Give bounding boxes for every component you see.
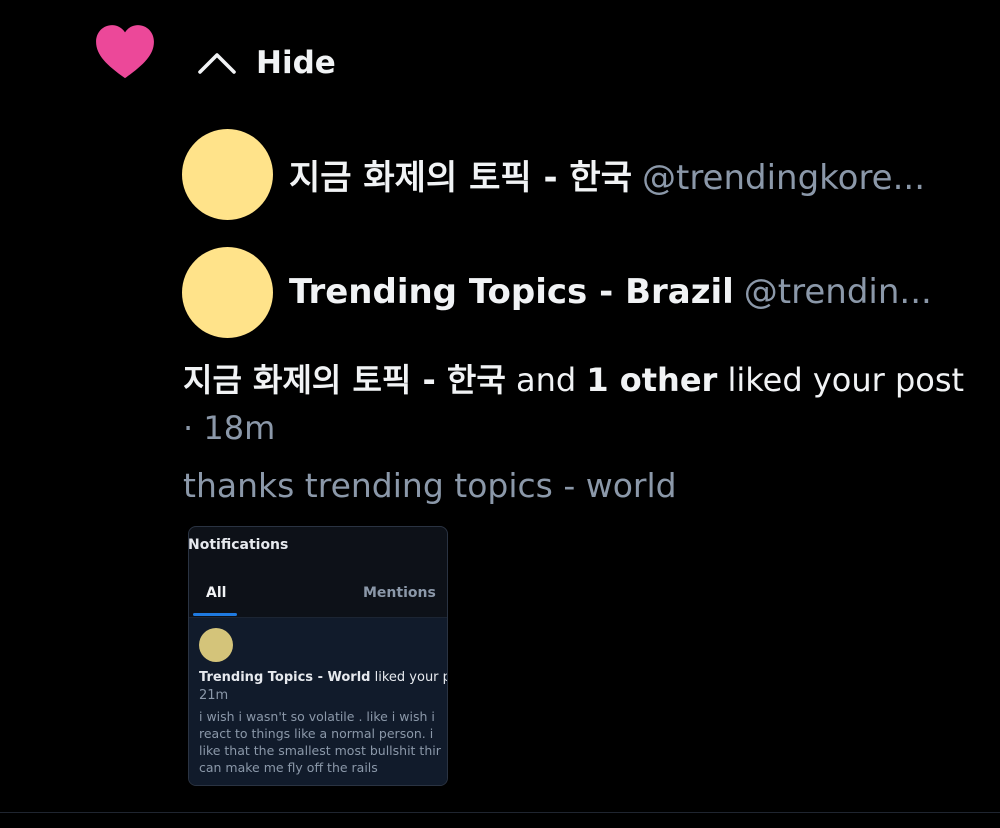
display-name[interactable]: 지금 화제의 토픽 - 한국 [289,158,632,198]
liker-row[interactable]: Trending Topics - Brazil @trendin... [182,246,932,338]
chevron-up-icon [198,53,236,74]
handle[interactable]: @trendingkore... [642,158,925,198]
embed-body-line: like that the smallest most bullshit thi… [199,743,441,758]
avatar[interactable] [182,246,273,338]
hide-button[interactable]: Hide [196,38,336,88]
embed-item-body: i wish i wasn't so volatile . like i wis… [199,708,447,776]
notification-summary: 지금 화제의 토픽 - 한국 and 1 other liked your po… [183,356,973,452]
display-name[interactable]: Trending Topics - Brazil [289,272,734,312]
handle[interactable]: @trendin... [744,272,932,312]
hide-label: Hide [256,45,336,81]
embed-tab-all: All [206,585,227,601]
liker-name-line: Trending Topics - Brazil @trendin... [289,272,932,312]
summary-action: liked your post [727,361,965,399]
liker-name-line: 지금 화제의 토픽 - 한국 @trendingkore... [289,150,925,199]
post-image-embed[interactable]: Notifications All Mentions Trending Topi… [188,526,448,786]
heart-icon [96,25,154,79]
summary-conjunction: and [515,361,577,399]
avatar [199,628,233,662]
embed-tab-indicator [193,613,237,616]
avatar[interactable] [182,128,273,220]
embed-body-line: can make me fly off the rails [199,760,378,775]
embed-title: Notifications [188,537,289,553]
embed-item-line: Trending Topics - World liked your po [199,670,447,685]
embed-tab-mentions: Mentions [363,585,436,601]
divider [0,812,1000,813]
embed-tab-bar: All Mentions [189,579,447,617]
summary-timestamp: 18m [203,409,276,447]
summary-actor[interactable]: 지금 화제의 토픽 - 한국 [183,361,506,399]
liker-row[interactable]: 지금 화제의 토픽 - 한국 @trendingkore... [182,128,925,220]
summary-others[interactable]: 1 other [586,361,717,399]
embed-item-time: 21m [199,688,229,703]
embed-body-line: react to things like a normal person. i [199,726,434,741]
notification-root: Hide 지금 화제의 토픽 - 한국 @trendingkore... Tren… [0,0,1000,828]
summary-separator: · [183,409,194,447]
embed-notification-item: Trending Topics - World liked your po 21… [189,617,447,785]
embed-body-line: i wish i wasn't so volatile . like i wis… [199,709,435,724]
post-preview-text[interactable]: thanks trending topics - world [183,466,677,505]
embed-item-actor: Trending Topics - World [199,670,371,685]
embed-item-action: liked your po [374,670,447,685]
